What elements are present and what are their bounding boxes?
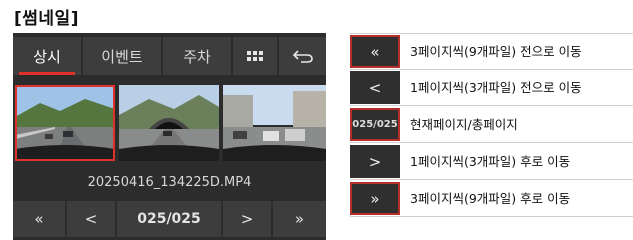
page-nav-bar: « < 025/025 > »: [13, 201, 326, 237]
double-right-icon: »: [350, 182, 400, 215]
legend-row: < 1페이지씩(3개파일) 전으로 이동: [350, 70, 633, 106]
back-button[interactable]: [279, 37, 326, 75]
double-right-icon: »: [294, 210, 305, 228]
legend-description: 3페이지씩(9개파일) 후로 이동: [410, 191, 571, 206]
thumbnail-item-3[interactable]: [223, 85, 326, 161]
legend-description: 1페이지씩(3개파일) 전으로 이동: [410, 80, 582, 95]
legend-description: 3페이지씩(9개파일) 전으로 이동: [410, 44, 582, 59]
back-arrow-icon: [292, 50, 313, 63]
grid-icon: [247, 51, 263, 61]
tab-event-label: 이벤트: [101, 47, 143, 66]
grid-view-button[interactable]: [233, 37, 277, 75]
tab-regular[interactable]: 상시: [13, 37, 81, 75]
legend-row: » 3페이지씩(9개파일) 후로 이동: [350, 181, 633, 217]
thumbnail-strip: [13, 85, 326, 161]
tab-regular-label: 상시: [33, 47, 61, 66]
dashcam-frame-highway: [15, 85, 115, 161]
thumbnail-item-1[interactable]: [15, 85, 115, 161]
page-counter-sample: 025/025: [350, 108, 400, 141]
legend-description: 1페이지씩(3개파일) 후로 이동: [410, 154, 571, 169]
legend-row: « 3페이지씩(9개파일) 전으로 이동: [350, 33, 633, 70]
page-counter: 025/025: [117, 201, 221, 237]
section-title: [썸네일]: [14, 9, 79, 29]
chevron-left-icon: <: [84, 210, 98, 228]
chevron-right-icon: >: [350, 145, 400, 178]
next-page-button[interactable]: >: [223, 201, 271, 237]
double-left-icon: «: [350, 35, 400, 68]
active-tab-indicator: [19, 72, 75, 75]
file-name: 20250416_134225D.MP4: [87, 175, 252, 190]
dashcam-frame-tunnel: [119, 85, 219, 161]
legend-description: 현재페이지/총페이지: [410, 117, 518, 132]
tab-event[interactable]: 이벤트: [83, 37, 161, 75]
thumbnail-item-2[interactable]: [119, 85, 219, 161]
tab-bar: 상시 이벤트 주차: [13, 37, 326, 75]
legend-row: 025/025 현재페이지/총페이지: [350, 107, 633, 143]
tab-parking-label: 주차: [183, 47, 211, 66]
double-left-icon: «: [34, 210, 44, 228]
dashcam-frame-city: [223, 85, 326, 161]
first-page-button[interactable]: «: [13, 201, 65, 237]
chevron-left-icon: <: [350, 71, 400, 104]
prev-page-button[interactable]: <: [67, 201, 115, 237]
legend-row: > 1페이지씩(3개파일) 후로 이동: [350, 144, 633, 180]
thumbnail-screen: 상시 이벤트 주차 20250416_134225D.MP4 « < 025/0…: [13, 33, 326, 240]
last-page-button[interactable]: »: [273, 201, 326, 237]
chevron-right-icon: >: [240, 210, 254, 228]
tab-parking[interactable]: 주차: [163, 37, 231, 75]
